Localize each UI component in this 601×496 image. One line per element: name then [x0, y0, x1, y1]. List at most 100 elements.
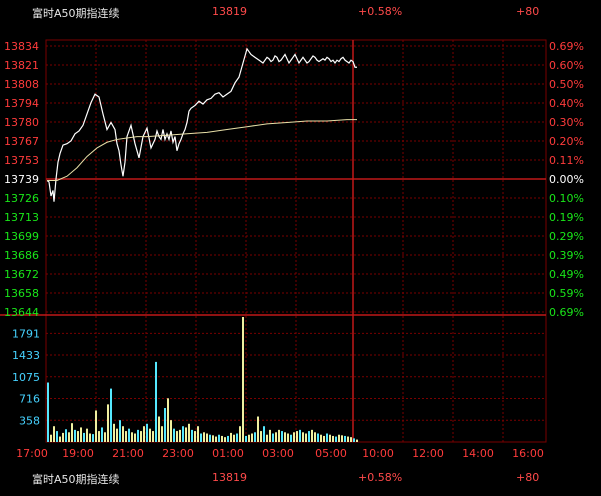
price-tick-label: 13726 [4, 192, 39, 205]
volume-bar [272, 433, 274, 442]
volume-bar [212, 435, 214, 442]
volume-bar [83, 432, 85, 442]
pct-tick-label: 0.69% [549, 40, 584, 53]
volume-bar [233, 434, 235, 442]
volume-bar [179, 429, 181, 442]
volume-bar [314, 432, 316, 442]
volume-bar [80, 427, 82, 442]
volume-bar [98, 431, 100, 442]
volume-bar [113, 423, 115, 442]
volume-bar [161, 426, 163, 442]
volume-bar [119, 420, 121, 442]
volume-bar [242, 317, 244, 442]
price-tick-label: 13821 [4, 59, 39, 72]
x-tick-label: 17:00 [16, 447, 48, 460]
volume-bar [86, 428, 88, 442]
pct-tick-label: 0.49% [549, 268, 584, 281]
volume-bar [209, 434, 211, 442]
volume-bar [89, 433, 91, 442]
intraday-chart: 13834 13821 13808 13794 13780 13767 13753 13739… [0, 39, 584, 460]
volume-bar [254, 432, 256, 442]
volume-tick-label: 1075 [12, 371, 40, 384]
volume-bar [266, 434, 268, 442]
volume-bar [59, 436, 61, 442]
volume-bar [116, 428, 118, 442]
pct-tick-label: 0.19% [549, 211, 584, 224]
volume-bar [308, 431, 310, 442]
volume-tick-label: 1433 [12, 349, 40, 362]
volume-bar [62, 432, 64, 442]
price-tick-label: 13644 [4, 306, 39, 319]
volume-bar [239, 426, 241, 442]
volume-bar [155, 361, 157, 442]
volume-bar [326, 433, 328, 442]
volume-bar [353, 438, 355, 442]
volume-bar [284, 432, 286, 442]
volume-change-footer: +80 [516, 471, 540, 484]
price-tick-label: 13672 [4, 268, 39, 281]
x-tick-label: 14:00 [462, 447, 494, 460]
volume-bar [188, 423, 190, 442]
volume-bar [101, 427, 103, 442]
volume-bar [56, 431, 58, 442]
volume-bar [329, 434, 331, 442]
volume-bar [287, 433, 289, 442]
price-tick-label: 13658 [4, 287, 39, 300]
volume-bar [356, 439, 358, 442]
volume-bar [143, 426, 145, 442]
pct-tick-label: 0.59% [549, 287, 584, 300]
price-tick-label: 13699 [4, 230, 39, 243]
footer-bar: 富时A50期指连续 13819 +0.58% +80 [0, 466, 601, 488]
volume-bar [77, 431, 79, 442]
volume-bar [224, 437, 226, 442]
volume-bar [281, 431, 283, 442]
x-tick-label: 21:00 [112, 447, 144, 460]
volume-bar [68, 432, 70, 442]
volume-bar [320, 434, 322, 442]
pct-tick-label: 0.50% [549, 78, 584, 91]
pct-tick-label: 0.69% [549, 306, 584, 319]
x-tick-label: 19:00 [62, 447, 94, 460]
x-tick-label: 10:00 [362, 447, 394, 460]
volume-bar [200, 433, 202, 442]
volume-bar [131, 432, 133, 442]
volume-bar [230, 432, 232, 442]
volume-bar [146, 423, 148, 442]
volume-bar [194, 431, 196, 442]
price-tick-label: 13739 [4, 173, 39, 186]
volume-bar [338, 434, 340, 442]
last-price-footer: 13819 [212, 471, 247, 484]
volume-bar [260, 431, 262, 442]
volume-bar [182, 426, 184, 442]
volume-bar [305, 433, 307, 442]
x-tick-label: 16:00 [512, 447, 544, 460]
volume-bar [95, 410, 97, 442]
volume-bar [140, 431, 142, 442]
price-tick-label: 13753 [4, 154, 39, 167]
volume-bar [71, 423, 73, 442]
volume-bar [53, 426, 55, 442]
volume-bar [227, 435, 229, 442]
pct-tick-label: 0.40% [549, 97, 584, 110]
volume-bar [191, 429, 193, 442]
volume-bar [170, 420, 172, 442]
volume-bar [185, 427, 187, 442]
volume-bar [50, 434, 52, 442]
volume-bar [347, 436, 349, 442]
x-tick-label: 05:00 [315, 447, 347, 460]
pct-tick-label: 0.11% [549, 154, 584, 167]
price-tick-label: 13686 [4, 249, 39, 262]
pct-tick-label: 0.30% [549, 116, 584, 129]
price-tick-label: 13780 [4, 116, 39, 129]
volume-bar [197, 426, 199, 442]
pct-tick-label: 0.60% [549, 59, 584, 72]
volume-bar [125, 431, 127, 442]
volume-bar [335, 436, 337, 442]
volume-bar [74, 429, 76, 442]
volume-bar [269, 429, 271, 442]
volume-bar [107, 404, 109, 442]
clipped-row [0, 488, 601, 496]
x-tick-label: 12:00 [412, 447, 444, 460]
volume-bar [149, 428, 151, 442]
volume-bar [122, 426, 124, 442]
